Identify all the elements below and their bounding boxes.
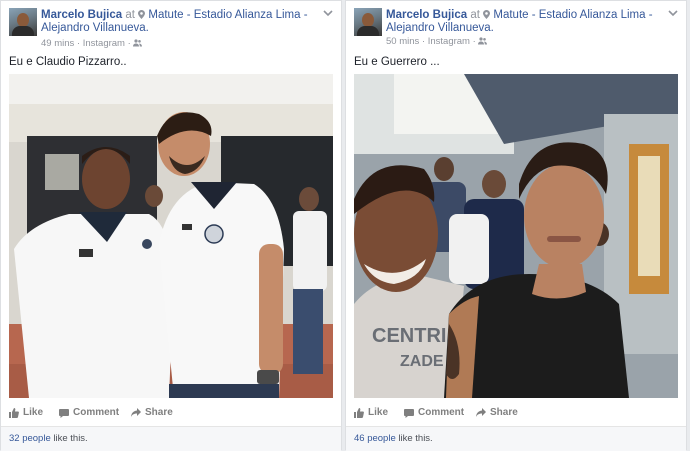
likes-summary: 32 people like this. xyxy=(1,426,341,451)
meta-separator: · xyxy=(127,38,131,49)
share-button[interactable]: Share xyxy=(476,407,518,418)
at-label: at xyxy=(125,9,135,21)
svg-text:ZADE: ZADE xyxy=(400,353,444,370)
friends-icon[interactable] xyxy=(478,37,488,45)
like-label: Like xyxy=(368,407,389,418)
meta-separator: · xyxy=(76,38,81,49)
location-pin-icon xyxy=(483,10,491,19)
comment-label: Comment xyxy=(418,407,465,418)
source-link[interactable]: Instagram xyxy=(428,36,470,47)
svg-text:CENTRI: CENTRI xyxy=(372,325,446,347)
friends-icon[interactable] xyxy=(133,39,143,47)
comment-label: Comment xyxy=(73,407,120,418)
share-label: Share xyxy=(490,407,518,418)
likes-text: like this. xyxy=(398,433,433,444)
like-icon xyxy=(9,407,19,418)
source-link[interactable]: Instagram xyxy=(83,38,125,49)
comment-button[interactable]: Comment xyxy=(404,407,464,418)
post-photo[interactable]: CENTRI ZADE xyxy=(354,74,678,398)
chevron-down-icon[interactable] xyxy=(323,10,333,17)
likes-count-link[interactable]: 32 people xyxy=(9,433,51,444)
like-icon xyxy=(354,407,364,418)
action-bar: Like Comment Share xyxy=(9,407,333,423)
comment-icon xyxy=(404,408,414,418)
timestamp-link[interactable]: 49 mins xyxy=(41,38,74,49)
post-card-2: Marcelo Bujica at Matute - Estadio Alian… xyxy=(345,0,687,451)
avatar[interactable] xyxy=(9,8,37,36)
post-meta: 50 mins · Instagram · xyxy=(386,36,488,47)
post-caption: Eu e Guerrero ... xyxy=(354,56,440,68)
share-button[interactable]: Share xyxy=(131,407,173,418)
comment-icon xyxy=(59,408,69,418)
timestamp-link[interactable]: 50 mins xyxy=(386,36,419,47)
share-label: Share xyxy=(145,407,173,418)
meta-separator: · xyxy=(472,36,476,47)
post-photo[interactable] xyxy=(9,74,333,398)
likes-count-link[interactable]: 46 people xyxy=(354,433,396,444)
like-button[interactable]: Like xyxy=(9,407,43,418)
comment-button[interactable]: Comment xyxy=(59,407,119,418)
action-bar: Like Comment Share xyxy=(354,407,678,423)
post-caption: Eu e Claudio Pizzarro.. xyxy=(9,56,127,68)
avatar[interactable] xyxy=(354,8,382,36)
share-icon xyxy=(476,407,486,417)
post-meta: 49 mins · Instagram · xyxy=(41,38,143,49)
chevron-down-icon[interactable] xyxy=(668,10,678,17)
likes-text: like this. xyxy=(53,433,88,444)
likes-summary: 46 people like this. xyxy=(346,426,686,451)
author-name-link[interactable]: Marcelo Bujica xyxy=(41,9,122,21)
post-header: Marcelo Bujica at Matute - Estadio Alian… xyxy=(41,9,311,35)
like-button[interactable]: Like xyxy=(354,407,388,418)
post-card-1: Marcelo Bujica at Matute - Estadio Alian… xyxy=(0,0,342,451)
location-pin-icon xyxy=(138,10,146,19)
meta-separator: · xyxy=(421,36,426,47)
author-name-link[interactable]: Marcelo Bujica xyxy=(386,9,467,21)
share-icon xyxy=(131,407,141,417)
like-label: Like xyxy=(23,407,44,418)
at-label: at xyxy=(470,9,480,21)
post-header: Marcelo Bujica at Matute - Estadio Alian… xyxy=(386,9,656,35)
